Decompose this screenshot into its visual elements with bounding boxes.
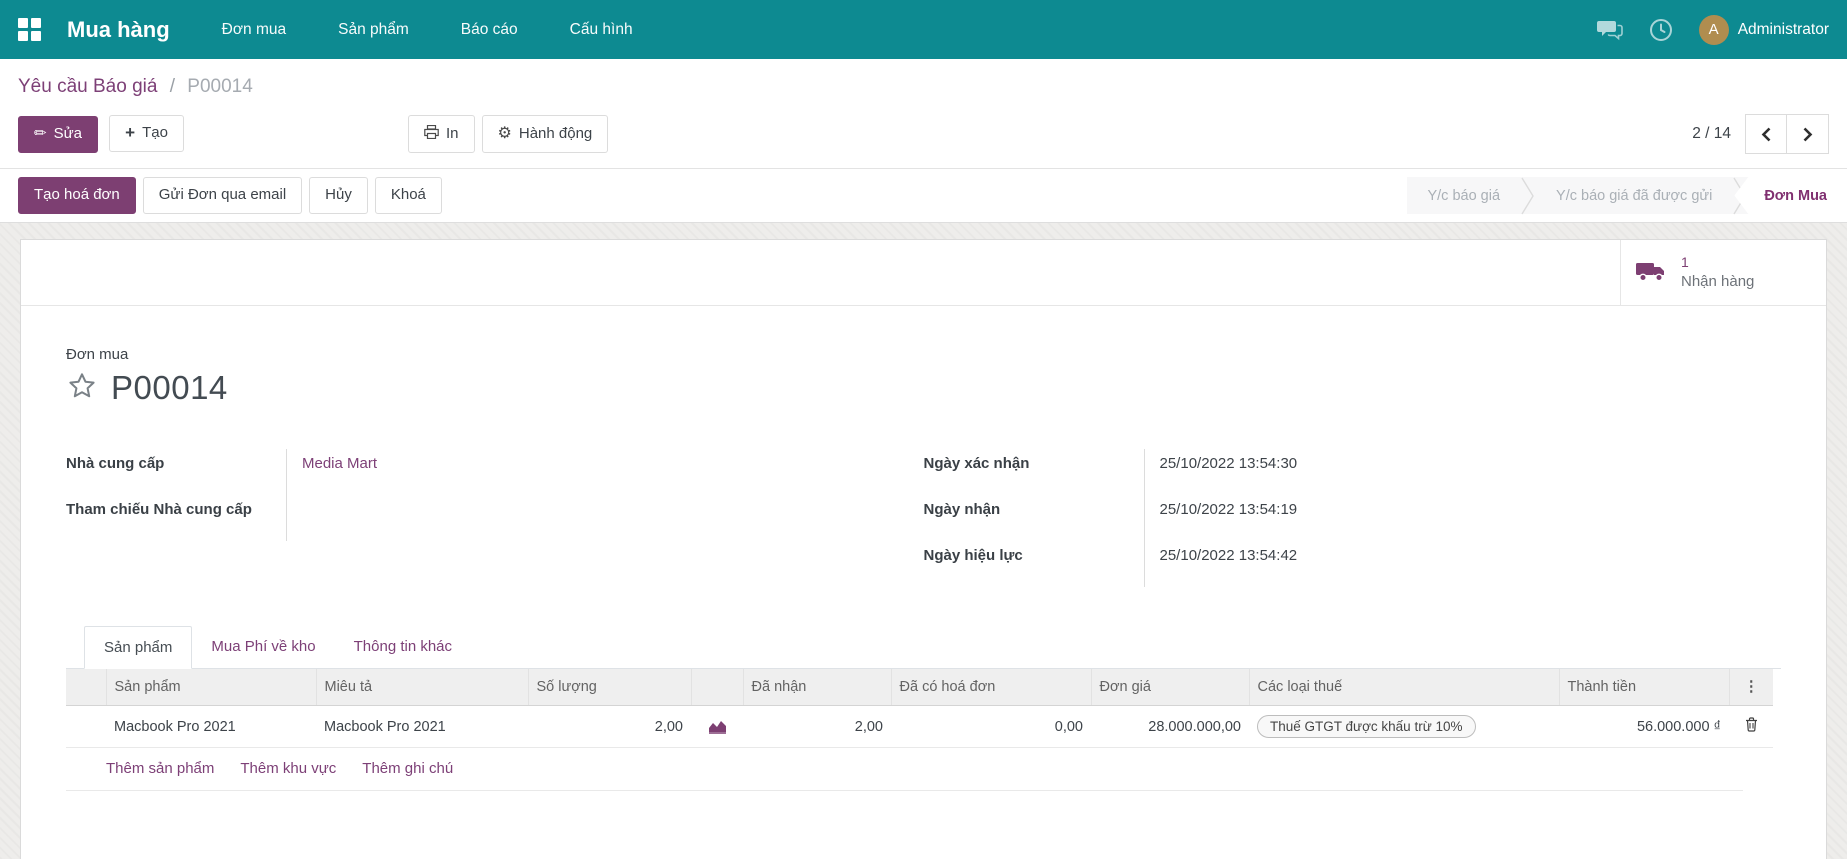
printer-icon [424, 124, 439, 144]
cancel-button[interactable]: Hủy [309, 177, 368, 214]
favorite-star-icon[interactable] [66, 370, 98, 406]
chevron-left-icon [1761, 127, 1770, 141]
add-section-link[interactable]: Thêm khu vực [240, 760, 336, 777]
truck-icon [1635, 259, 1667, 287]
create-button[interactable]: + Tạo [109, 115, 184, 152]
receipt-date-label: Ngày nhận [923, 501, 1001, 518]
cell-description[interactable]: Macbook Pro 2021 [316, 705, 528, 748]
cell-unit-price[interactable]: 28.000.000,00 [1091, 705, 1249, 748]
trash-icon [1745, 717, 1757, 732]
header-taxes[interactable]: Các loại thuế [1248, 669, 1559, 706]
receipt-date-value[interactable]: 25/10/2022 13:54:19 [1143, 495, 1782, 541]
optional-columns-icon[interactable]: ⋮ [1728, 669, 1773, 706]
confirm-date-label: Ngày xác nhận [923, 455, 1030, 472]
chevron-right-icon [1803, 127, 1813, 141]
cell-received[interactable]: 2,00 [743, 705, 891, 748]
menu-bao-cao[interactable]: Báo cáo [459, 15, 520, 45]
plus-icon: + [125, 123, 136, 143]
smart-button-box: 1 Nhận hàng [21, 240, 1826, 306]
header-quantity[interactable]: Số lượng [527, 669, 691, 706]
effective-date-value[interactable]: 25/10/2022 13:54:42 [1143, 541, 1782, 587]
pager-count: 2 / 14 [1692, 125, 1731, 142]
activities-clock-icon[interactable] [1649, 18, 1673, 42]
tax-tag[interactable]: Thuế GTGT được khấu trừ 10% [1257, 715, 1476, 738]
statusbar: Tạo hoá đơn Gửi Đơn qua email Hủy Khoá Y… [0, 169, 1847, 223]
page-title: P00014 [111, 369, 228, 406]
menu-cau-hinh[interactable]: Cấu hình [568, 15, 635, 45]
user-name: Administrator [1737, 20, 1829, 38]
notebook-tabs: Sản phẩm Mua Phí về kho Thông tin khác [66, 625, 1781, 669]
table-header-row: Sản phẩm Miêu tả Số lượng Đã nhận Đã có … [66, 669, 1773, 706]
app-name[interactable]: Mua hàng [67, 17, 170, 43]
pager: 2 / 14 [1692, 114, 1829, 154]
create-invoice-button[interactable]: Tạo hoá đơn [18, 177, 136, 214]
action-button[interactable]: ⚙ Hành động [481, 114, 609, 154]
header-unit-price[interactable]: Đơn giá [1090, 669, 1249, 706]
tab-products[interactable]: Sản phẩm [84, 626, 193, 669]
header-handle [66, 669, 106, 706]
header-description[interactable]: Miêu tả [315, 669, 528, 706]
header-billed[interactable]: Đã có hoá đơn [890, 669, 1091, 706]
edit-button[interactable]: ✏ Sửa [18, 116, 98, 153]
cell-product[interactable]: Macbook Pro 2021 [106, 705, 316, 748]
menu-san-pham[interactable]: Sản phẩm [336, 15, 411, 45]
vendor-reference-value[interactable] [286, 495, 924, 541]
user-menu[interactable]: A Administrator [1698, 14, 1829, 45]
cell-billed[interactable]: 0,00 [891, 705, 1091, 748]
vendor-label: Nhà cung cấp [66, 455, 165, 472]
lock-button[interactable]: Khoá [374, 177, 442, 214]
receipts-smart-button[interactable]: 1 Nhận hàng [1620, 240, 1826, 305]
list-footer-links: Thêm sản phẩm Thêm khu vực Thêm ghi chú [66, 748, 1743, 791]
header-received[interactable]: Đã nhận [742, 669, 891, 706]
vendor-reference-label: Tham chiếu Nhà cung cấp [66, 501, 252, 518]
send-by-email-button[interactable]: Gửi Đơn qua email [142, 177, 303, 214]
pager-previous-button[interactable] [1745, 114, 1787, 154]
print-button[interactable]: In [408, 114, 475, 154]
receipts-label: Nhận hàng [1681, 272, 1755, 290]
step-rfq-sent[interactable]: Y/c báo giá đã được gửi [1536, 177, 1732, 214]
top-navbar: Mua hàng Đơn mua Sản phẩm Báo cáo Cấu hì… [0, 0, 1847, 59]
tab-other-info[interactable]: Thông tin khác [335, 626, 471, 669]
header-forecast [690, 669, 743, 706]
confirm-date-value[interactable]: 25/10/2022 13:54:30 [1143, 449, 1782, 495]
main-menu: Đơn mua Sản phẩm Báo cáo Cấu hình [220, 15, 1597, 45]
effective-date-label: Ngày hiệu lực [923, 547, 1023, 564]
messages-icon[interactable] [1596, 19, 1623, 41]
pager-next-button[interactable] [1787, 114, 1829, 154]
step-separator-icon [1520, 177, 1536, 214]
receipts-count: 1 [1681, 253, 1689, 270]
vendor-value[interactable]: Media Mart [302, 455, 377, 472]
apps-menu-icon[interactable] [18, 18, 41, 41]
forecast-chart-icon[interactable] [699, 719, 735, 734]
breadcrumb-separator: / [169, 76, 176, 97]
breadcrumb-parent[interactable]: Yêu cầu Báo giá [18, 76, 157, 97]
control-panel: Yêu cầu Báo giá / P00014 ✏ Sửa + Tạo In … [0, 59, 1847, 169]
header-subtotal[interactable]: Thành tiền [1558, 669, 1729, 706]
header-product[interactable]: Sản phẩm [105, 669, 316, 706]
breadcrumb: Yêu cầu Báo giá / P00014 [18, 59, 1829, 104]
avatar: A [1698, 14, 1729, 45]
step-purchase-order[interactable]: Đơn Mua [1734, 177, 1847, 214]
order-lines-table: Sản phẩm Miêu tả Số lượng Đã nhận Đã có … [66, 669, 1773, 748]
form-sheet: 1 Nhận hàng Đơn mua P00014 Nhà cung cấp [20, 239, 1827, 859]
status-steps: Y/c báo giá Y/c báo giá đã được gửi Đơn … [1407, 177, 1847, 214]
pencil-icon: ✏ [34, 125, 47, 143]
table-row[interactable]: Macbook Pro 2021 Macbook Pro 2021 2,00 2… [66, 705, 1773, 748]
row-handle[interactable] [66, 705, 106, 748]
step-rfq[interactable]: Y/c báo giá [1407, 177, 1520, 214]
breadcrumb-current: P00014 [187, 76, 253, 97]
cell-quantity[interactable]: 2,00 [528, 705, 691, 748]
add-note-link[interactable]: Thêm ghi chú [362, 760, 453, 777]
menu-don-mua[interactable]: Đơn mua [220, 15, 288, 45]
gear-icon: ⚙ [497, 124, 512, 142]
cell-subtotal[interactable]: 56.000.000 ₫ [1559, 705, 1729, 748]
tab-landed-costs[interactable]: Mua Phí về kho [192, 626, 334, 669]
record-type-label: Đơn mua [66, 346, 129, 363]
add-product-link[interactable]: Thêm sản phẩm [106, 760, 214, 777]
delete-row-button[interactable] [1729, 705, 1773, 748]
